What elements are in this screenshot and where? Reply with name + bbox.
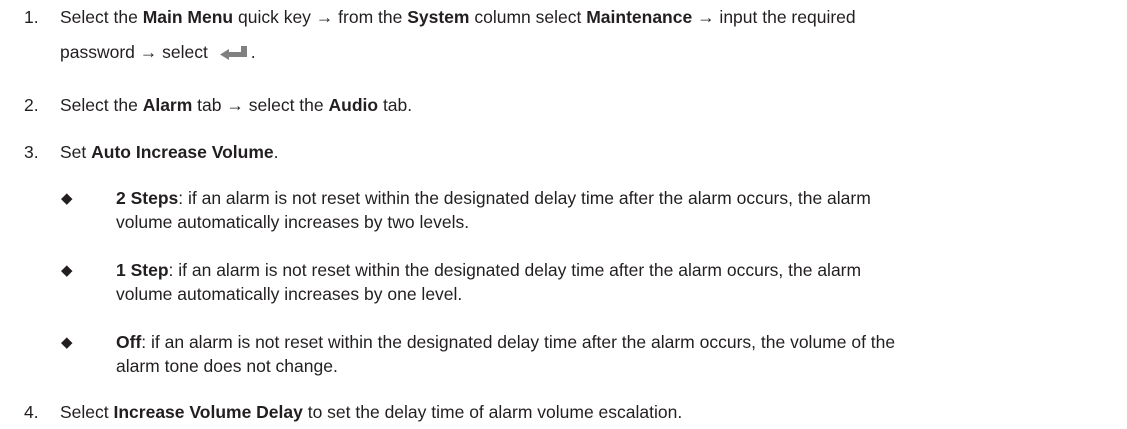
option-line: Off: if an alarm is not reset within the… xyxy=(116,332,1116,352)
ui-term-main-menu: Main Menu xyxy=(142,7,234,27)
ui-term-increase-volume-delay: Increase Volume Delay xyxy=(113,402,303,422)
text-run: password → select xyxy=(60,41,213,62)
option-text: Off: if an alarm is not reset within the… xyxy=(116,332,1116,376)
text-run: tab → select the xyxy=(192,95,329,115)
ui-term-auto-increase-volume: Auto Increase Volume xyxy=(91,142,274,162)
instruction-page: 1. Select the Main Menu quick key → from… xyxy=(0,0,1127,429)
text-run: tab. xyxy=(378,95,413,115)
step-text: Select the Main Menu quick key → from th… xyxy=(60,7,1120,65)
option-line: volume automatically increases by one le… xyxy=(116,283,463,304)
text-run: : if an alarm is not reset within the de… xyxy=(141,332,896,352)
text-run: Select the xyxy=(60,95,143,115)
step-number: 4. xyxy=(24,402,39,422)
text-run: . xyxy=(250,41,256,62)
step-text: Select Increase Volume Delay to set the … xyxy=(60,402,1120,422)
step-line: Set Auto Increase Volume. xyxy=(60,142,1120,162)
enter-arrow-icon xyxy=(219,45,249,65)
step-number: 2. xyxy=(24,95,39,115)
step-number: 1. xyxy=(24,7,39,27)
text-run: quick key → from the xyxy=(233,7,408,27)
text-run: to set the delay time of alarm volume es… xyxy=(302,402,683,422)
step-text: Select the Alarm tab → select the Audio … xyxy=(60,95,1120,115)
diamond-bullet-icon: ◆ xyxy=(61,190,73,207)
option-line: 2 Steps: if an alarm is not reset within… xyxy=(116,188,1116,208)
option-term: 1 Step xyxy=(116,260,169,280)
text-run: Select the xyxy=(60,7,143,27)
option-text: 1 Step: if an alarm is not reset within … xyxy=(116,260,1116,304)
option-line: volume automatically increases by two le… xyxy=(116,211,470,232)
text-run: . xyxy=(273,142,279,162)
step-number: 3. xyxy=(24,142,39,162)
ui-term-system: System xyxy=(407,7,470,27)
option-text: 2 Steps: if an alarm is not reset within… xyxy=(116,188,1116,232)
option-term: Off xyxy=(116,332,142,352)
diamond-bullet-icon: ◆ xyxy=(61,334,73,351)
ui-term-maintenance: Maintenance xyxy=(586,7,693,27)
text-run: : if an alarm is not reset within the de… xyxy=(178,188,871,208)
option-line: 1 Step: if an alarm is not reset within … xyxy=(116,260,1116,280)
step-line: Select the Alarm tab → select the Audio … xyxy=(60,95,1120,115)
step-line: Select the Main Menu quick key → from th… xyxy=(60,7,1120,27)
text-run: → input the required xyxy=(692,7,856,27)
ui-term-audio: Audio xyxy=(328,95,379,115)
diamond-bullet-icon: ◆ xyxy=(61,262,73,279)
text-run: : if an alarm is not reset within the de… xyxy=(168,260,862,280)
step-line: Select Increase Volume Delay to set the … xyxy=(60,402,1120,422)
step-text: Set Auto Increase Volume. xyxy=(60,142,1120,162)
text-run: column select xyxy=(469,7,587,27)
text-run: Set xyxy=(60,142,92,162)
option-term: 2 Steps xyxy=(116,188,179,208)
ui-term-alarm: Alarm xyxy=(142,95,193,115)
text-run: Select xyxy=(60,402,114,422)
step-line: password → select . xyxy=(60,41,1120,65)
option-line: alarm tone does not change. xyxy=(116,355,338,376)
